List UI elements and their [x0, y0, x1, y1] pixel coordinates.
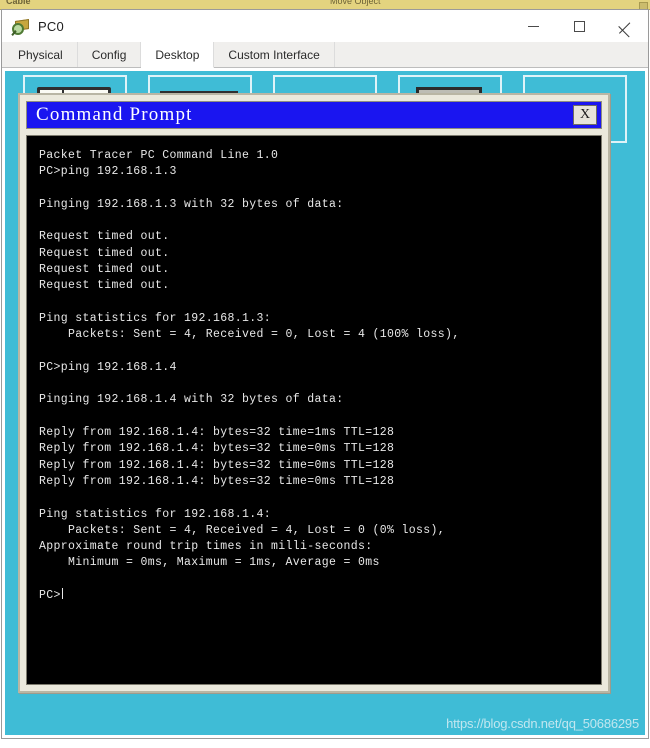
tab-desktop[interactable]: Desktop	[141, 42, 215, 68]
terminal-line: PC>ping 192.168.1.3	[39, 165, 177, 179]
terminal-line: Minimum = 0ms, Maximum = 1ms, Average = …	[39, 556, 380, 570]
window-controls	[510, 10, 648, 42]
close-icon	[619, 20, 632, 33]
close-button[interactable]	[602, 10, 648, 42]
tab-config[interactable]: Config	[77, 42, 142, 67]
terminal-line: Request timed out.	[39, 246, 170, 260]
window-titlebar: PC0	[2, 10, 648, 42]
terminal-line: PC>ping 192.168.1.4	[39, 360, 177, 374]
watermark-text: https://blog.csdn.net/qq_50686295	[446, 716, 639, 731]
terminal-line: Request timed out.	[39, 230, 170, 244]
terminal-line: Ping statistics for 192.168.1.4:	[39, 507, 272, 521]
terminal-line: Reply from 192.168.1.4: bytes=32 time=0m…	[39, 442, 395, 456]
terminal-line: Packets: Sent = 4, Received = 0, Lost = …	[39, 328, 460, 342]
terminal-line: Request timed out.	[39, 279, 170, 293]
tab-custom-interface[interactable]: Custom Interface	[214, 42, 335, 67]
desktop-pane: Command Prompt X Packet Tracer PC Comman…	[2, 68, 648, 738]
minimize-button[interactable]	[510, 10, 556, 42]
command-prompt-close-button[interactable]: X	[573, 105, 597, 125]
command-prompt-window: Command Prompt X Packet Tracer PC Comman…	[18, 93, 610, 693]
command-prompt-lines: Packet Tracer PC Command Line 1.0 PC>ping…	[39, 148, 591, 604]
command-prompt-output-area[interactable]: Packet Tracer PC Command Line 1.0 PC>ping…	[26, 135, 602, 685]
terminal-line: Ping statistics for 192.168.1.3:	[39, 311, 272, 325]
terminal-line: Packet Tracer PC Command Line 1.0	[39, 149, 279, 162]
terminal-line: Request timed out.	[39, 263, 170, 277]
tab-physical[interactable]: Physical	[4, 42, 78, 67]
terminal-line: Packets: Sent = 4, Received = 4, Lost = …	[39, 523, 446, 537]
device-window: PC0 Physical Config Desktop Custom Inter…	[1, 9, 649, 739]
terminal-cursor	[61, 588, 63, 600]
packet-tracer-device-icon	[11, 17, 30, 36]
command-prompt-title: Command Prompt	[36, 104, 193, 125]
maximize-button[interactable]	[556, 10, 602, 42]
tab-bar: Physical Config Desktop Custom Interface	[2, 42, 648, 68]
terminal-line: PC>	[39, 588, 63, 603]
terminal-line: Reply from 192.168.1.4: bytes=32 time=1m…	[39, 426, 395, 440]
background-move-object-label: Move Object	[330, 0, 381, 6]
terminal-line: Approximate round trip times in milli-se…	[39, 540, 373, 554]
terminal-line: Reply from 192.168.1.4: bytes=32 time=0m…	[39, 458, 395, 472]
terminal-line: Reply from 192.168.1.4: bytes=32 time=0m…	[39, 474, 395, 488]
terminal-line: Pinging 192.168.1.3 with 32 bytes of dat…	[39, 197, 344, 211]
command-prompt-titlebar: Command Prompt X	[26, 101, 602, 129]
minimize-icon	[527, 25, 539, 27]
terminal-line: Pinging 192.168.1.4 with 32 bytes of dat…	[39, 393, 344, 407]
background-cable-label: Cable	[6, 0, 31, 6]
maximize-icon	[573, 20, 585, 32]
window-title: PC0	[38, 18, 64, 34]
